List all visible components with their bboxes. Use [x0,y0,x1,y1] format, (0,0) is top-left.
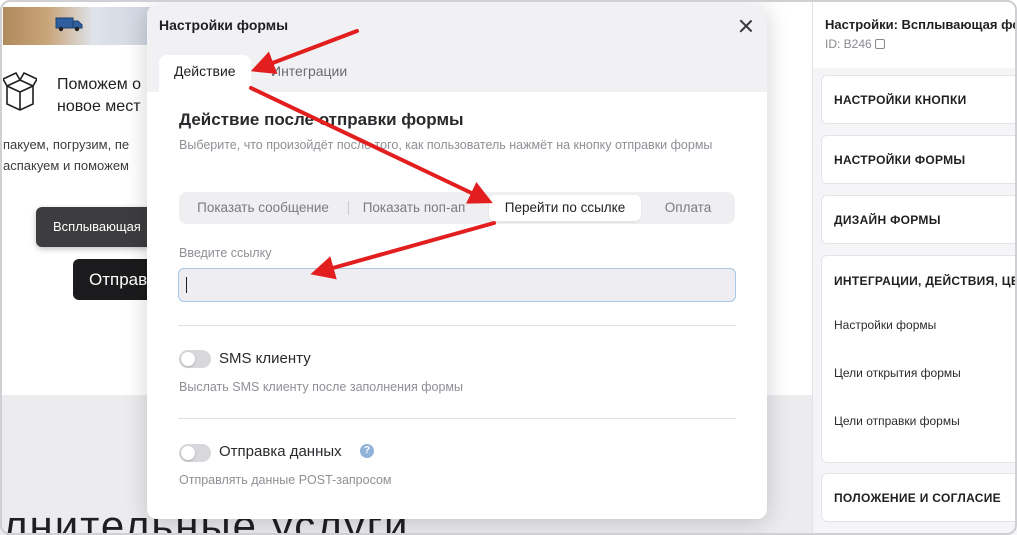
card-position-consent[interactable]: ПОЛОЖЕНИЕ И СОГЛАСИЕ [821,473,1017,522]
text-caret [186,277,187,293]
popup-button[interactable]: Всплывающая [36,207,148,247]
tab-integrations[interactable]: Интеграции [271,55,347,92]
hero-image [3,7,153,45]
link-open-goals[interactable]: Цели открытия формы [834,366,961,380]
link-input[interactable] [178,268,736,302]
segment-payment[interactable]: Оплата [641,192,735,224]
segment-show-popup[interactable]: Показать поп-ап [351,192,477,224]
segment-divider [348,201,349,215]
post-description: Отправлять данные POST-запросом [179,473,392,487]
modal-header: Настройки формы Действие Интеграции [147,5,767,92]
card-title: ПОЛОЖЕНИЕ И СОГЛАСИЕ [834,491,1001,505]
card-form-settings[interactable]: НАСТРОЙКИ ФОРМЫ [821,135,1017,184]
link-form-settings[interactable]: Настройки формы [834,318,936,332]
sms-toggle[interactable] [179,350,211,368]
card-title: ДИЗАЙН ФОРМЫ [834,213,941,227]
copy-icon[interactable] [874,39,885,49]
post-label: Отправка данных [219,443,342,460]
close-icon[interactable] [737,17,755,35]
settings-panel-title: Настройки: Всплывающая фо [825,17,1017,32]
truck-icon [55,17,83,32]
form-settings-modal: Настройки формы Действие Интеграции Дейс… [147,5,767,519]
modal-title: Настройки формы [159,17,289,33]
hero-heading: Поможем о новое мест [57,76,142,115]
segment-go-to-link[interactable]: Перейти по ссылке [489,195,641,221]
help-icon[interactable]: ? [360,444,374,458]
sms-label: SMS клиенту [219,350,311,367]
settings-panel-header: Настройки: Всплывающая фо ID: B246 [813,0,1017,68]
hero-text: пакуем, погрузим, пе аспакуем и поможем [3,137,130,173]
settings-panel: Настройки: Всплывающая фо ID: B246 НАСТР… [812,0,1017,535]
action-segmented-control: Показать сообщение Показать поп-ап Перей… [179,192,735,224]
send-button[interactable]: Отправ [73,259,148,300]
link-field-label: Введите ссылку [179,246,272,260]
card-title: НАСТРОЙКИ ФОРМЫ [834,153,966,167]
divider [178,418,736,419]
sms-description: Выслать SMS клиенту после заполнения фор… [179,380,464,394]
card-form-design[interactable]: ДИЗАЙН ФОРМЫ [821,195,1017,244]
segment-show-message[interactable]: Показать сообщение [179,192,347,224]
block-id-text: ID: B246 [825,37,872,51]
link-submit-goals[interactable]: Цели отправки формы [834,414,960,428]
section-title: Действие после отправки формы [179,110,464,129]
card-title: НАСТРОЙКИ КНОПКИ [834,93,967,107]
card-button-settings[interactable]: НАСТРОЙКИ КНОПКИ [821,75,1017,124]
card-integrations: ИНТЕГРАЦИИ, ДЕЙСТВИЯ, ЦЕ Настройки формы… [821,255,1017,463]
tab-action[interactable]: Действие [159,55,251,92]
divider [178,325,736,326]
post-toggle[interactable] [179,444,211,462]
card-title[interactable]: ИНТЕГРАЦИИ, ДЕЙСТВИЯ, ЦЕ [834,274,1017,288]
section-description: Выберите, что произойдёт после того, как… [179,138,713,152]
moving-box-icon [3,71,37,111]
block-id: ID: B246 [825,37,885,51]
